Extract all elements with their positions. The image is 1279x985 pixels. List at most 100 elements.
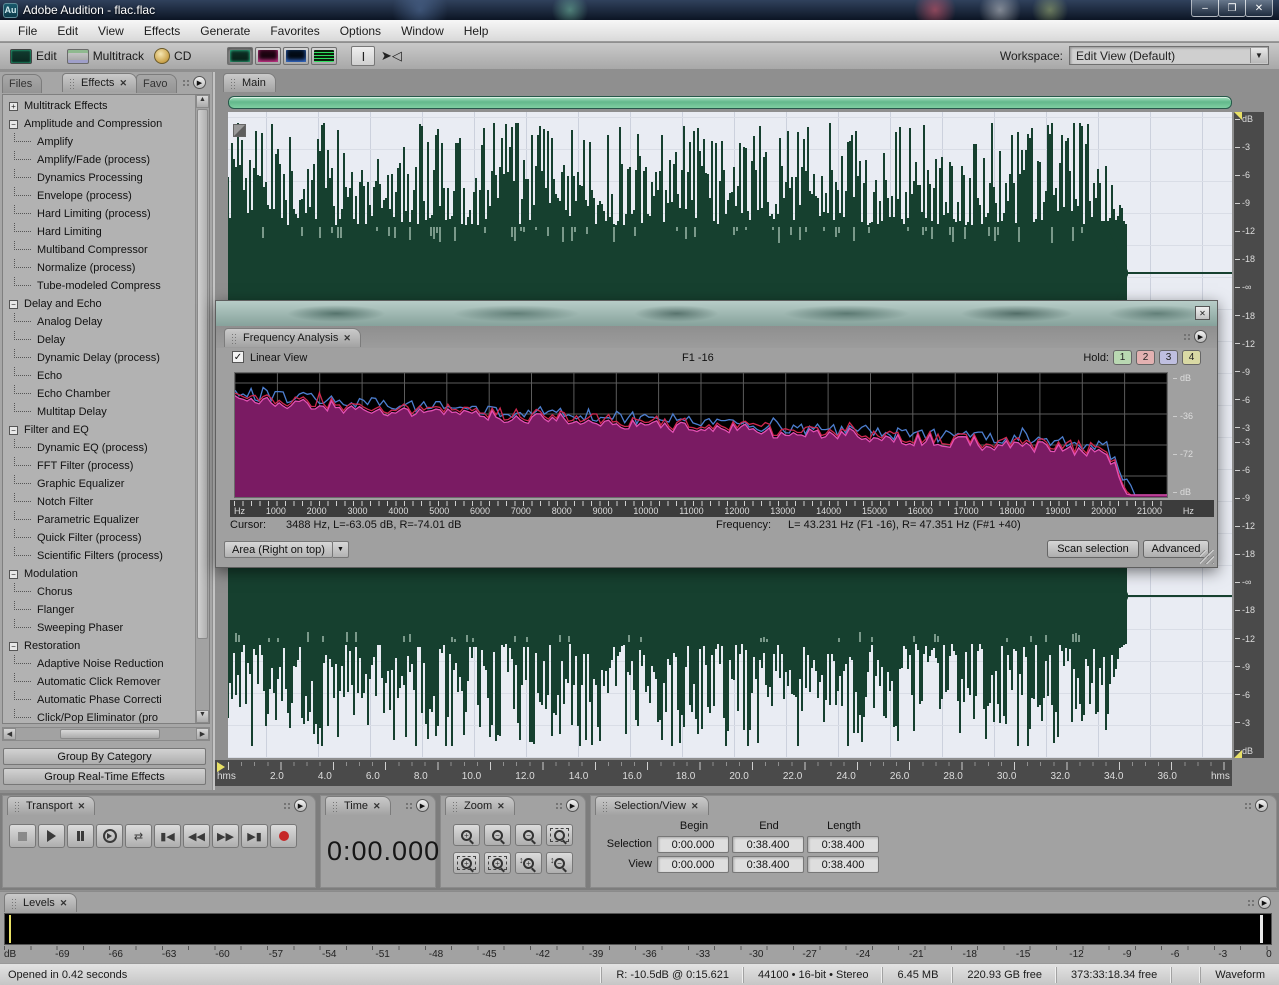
scrollbar-thumb[interactable] [60,729,160,739]
selection-end-field[interactable]: 0:38.400 [732,836,804,853]
zoom-in-vertical-button[interactable]: ↕+ [515,852,542,874]
spectral-display-button[interactable] [255,47,281,65]
time-ruler[interactable]: hms2.04.06.08.010.012.014.016.018.020.02… [215,760,1232,786]
workspace-dropdown[interactable]: Edit View (Default) ▼ [1069,46,1269,65]
selection-handle-icon[interactable] [233,124,246,137]
tree-item[interactable]: Click/Pop Eliminator (pro [3,709,196,724]
zoom-in-button[interactable]: + [453,824,480,846]
scan-selection-button[interactable]: Scan selection [1047,540,1139,558]
menu-item[interactable]: File [8,22,47,40]
linear-view-checkbox[interactable]: ✓ [232,351,244,363]
tree-item[interactable]: Amplify [3,133,196,151]
pause-button[interactable] [67,824,94,848]
zoom-out-button[interactable]: − [484,824,511,846]
play-looped-button[interactable]: ⇄ [125,824,152,848]
scroll-left-icon[interactable]: ◀ [3,728,16,740]
tree-item[interactable]: Multiband Compressor [3,241,196,259]
tree-item[interactable]: + Multitrack Effects [3,97,196,115]
tree-item[interactable]: Dynamic Delay (process) [3,349,196,367]
tree-item[interactable]: Envelope (process) [3,187,196,205]
tree-item[interactable]: − Modulation [3,565,196,583]
time-selection-tool-button[interactable]: I [351,46,375,66]
tree-item[interactable]: Flanger [3,601,196,619]
tree-expander-icon[interactable]: − [9,642,18,651]
tree-expander-icon[interactable]: + [9,102,18,111]
tree-item[interactable]: − Amplitude and Compression [3,115,196,133]
hold-1-button[interactable]: 1 [1113,350,1132,365]
tree-item[interactable]: − Delay and Echo [3,295,196,313]
tree-item[interactable]: Hard Limiting (process) [3,205,196,223]
tree-item[interactable]: Echo [3,367,196,385]
cd-view-button[interactable]: CD [154,48,191,64]
tab-files[interactable]: Files [2,74,42,93]
tab-zoom[interactable]: Zoom ✕ [445,796,515,815]
tab-favorites[interactable]: Favo [136,74,177,93]
zoom-out-vertical-button[interactable]: ↕− [546,852,573,874]
close-tab-icon[interactable]: ✕ [78,801,86,812]
selection-marker-icon[interactable] [1234,750,1242,758]
tree-item[interactable]: Notch Filter [3,493,196,511]
tree-item[interactable]: Graphic Equalizer [3,475,196,493]
tree-item[interactable]: Chorus [3,583,196,601]
restore-button[interactable]: ❐ [1218,0,1246,17]
view-end-field[interactable]: 0:38.400 [732,856,804,873]
go-to-end-button[interactable]: ▶▮ [241,824,268,848]
tree-item[interactable]: Tube-modeled Compress [3,277,196,295]
hold-4-button[interactable]: 4 [1182,350,1201,365]
tree-item[interactable]: Sweeping Phaser [3,619,196,637]
panel-menu-button[interactable]: ▶ [283,799,307,812]
close-tab-icon[interactable]: ✕ [343,333,351,344]
selection-length-field[interactable]: 0:38.400 [807,836,879,853]
frequency-analysis-window[interactable]: ✕ Frequency Analysis ✕ ▶ ✓ Linear View F… [215,300,1218,568]
go-to-beginning-button[interactable]: ▮◀ [154,824,181,848]
title-bar[interactable]: Au Adobe Audition - flac.flac – ❐ ✕ [0,0,1279,20]
scroll-right-icon[interactable]: ▶ [196,728,209,740]
zoom-out-full-button[interactable]: − [515,824,542,846]
tree-expander-icon[interactable]: − [9,300,18,309]
fast-forward-button[interactable]: ▶▶ [212,824,239,848]
close-icon[interactable]: ✕ [1195,306,1210,320]
display-mode-dropdown[interactable]: Area (Right on top) ▼ [224,541,349,558]
tree-item[interactable]: − Restoration [3,637,196,655]
scrub-tool-button[interactable]: ➤◁ [379,46,403,66]
tree-item[interactable]: Parametric Equalizer [3,511,196,529]
view-range-bar[interactable] [228,96,1232,109]
level-meter[interactable] [4,913,1272,945]
play-from-cursor-button[interactable] [96,824,123,848]
tree-vertical-scrollbar[interactable]: ▲ ▼ [195,95,209,723]
rewind-button[interactable]: ◀◀ [183,824,210,848]
selection-begin-field[interactable]: 0:00.000 [657,836,729,853]
amplitude-ruler[interactable]: dB-3-6-9-12-18-∞-18-12-9-6-3 -3-6-9-12-1… [1234,112,1264,758]
hold-3-button[interactable]: 3 [1159,350,1178,365]
tree-item[interactable]: Dynamics Processing [3,169,196,187]
scrollbar-thumb[interactable] [197,109,208,639]
phase-display-button[interactable] [311,47,337,65]
menu-item[interactable]: Help [454,22,499,40]
edit-view-button[interactable]: Edit [10,49,57,64]
panel-menu-button[interactable]: ▶ [182,76,206,89]
tree-item[interactable]: Echo Chamber [3,385,196,403]
tree-item[interactable]: Dynamic EQ (process) [3,439,196,457]
tab-levels[interactable]: Levels ✕ [4,893,77,912]
view-begin-field[interactable]: 0:00.000 [657,856,729,873]
stop-button[interactable] [9,824,36,848]
menu-item[interactable]: View [88,22,134,40]
tree-item[interactable]: Analog Delay [3,313,196,331]
tree-item[interactable]: Quick Filter (process) [3,529,196,547]
panel-menu-button[interactable]: ▶ [1244,799,1268,812]
tree-expander-icon[interactable]: − [9,120,18,129]
tab-transport[interactable]: Transport ✕ [7,796,95,815]
selection-marker-icon[interactable] [217,762,225,772]
selection-marker-icon[interactable] [1234,112,1242,120]
resize-grip-icon[interactable] [1200,550,1214,564]
menu-item[interactable]: Generate [190,22,260,40]
zoom-in-right-edge-button[interactable]: + [484,852,511,874]
menu-item[interactable]: Effects [134,22,190,40]
tab-main[interactable]: Main [223,73,276,92]
multitrack-view-button[interactable]: Multitrack [67,49,144,64]
hold-2-button[interactable]: 2 [1136,350,1155,365]
close-tab-icon[interactable]: ✕ [119,78,127,89]
menu-item[interactable]: Favorites [260,22,329,40]
close-tab-icon[interactable]: ✕ [60,898,68,909]
menu-item[interactable]: Window [391,22,454,40]
